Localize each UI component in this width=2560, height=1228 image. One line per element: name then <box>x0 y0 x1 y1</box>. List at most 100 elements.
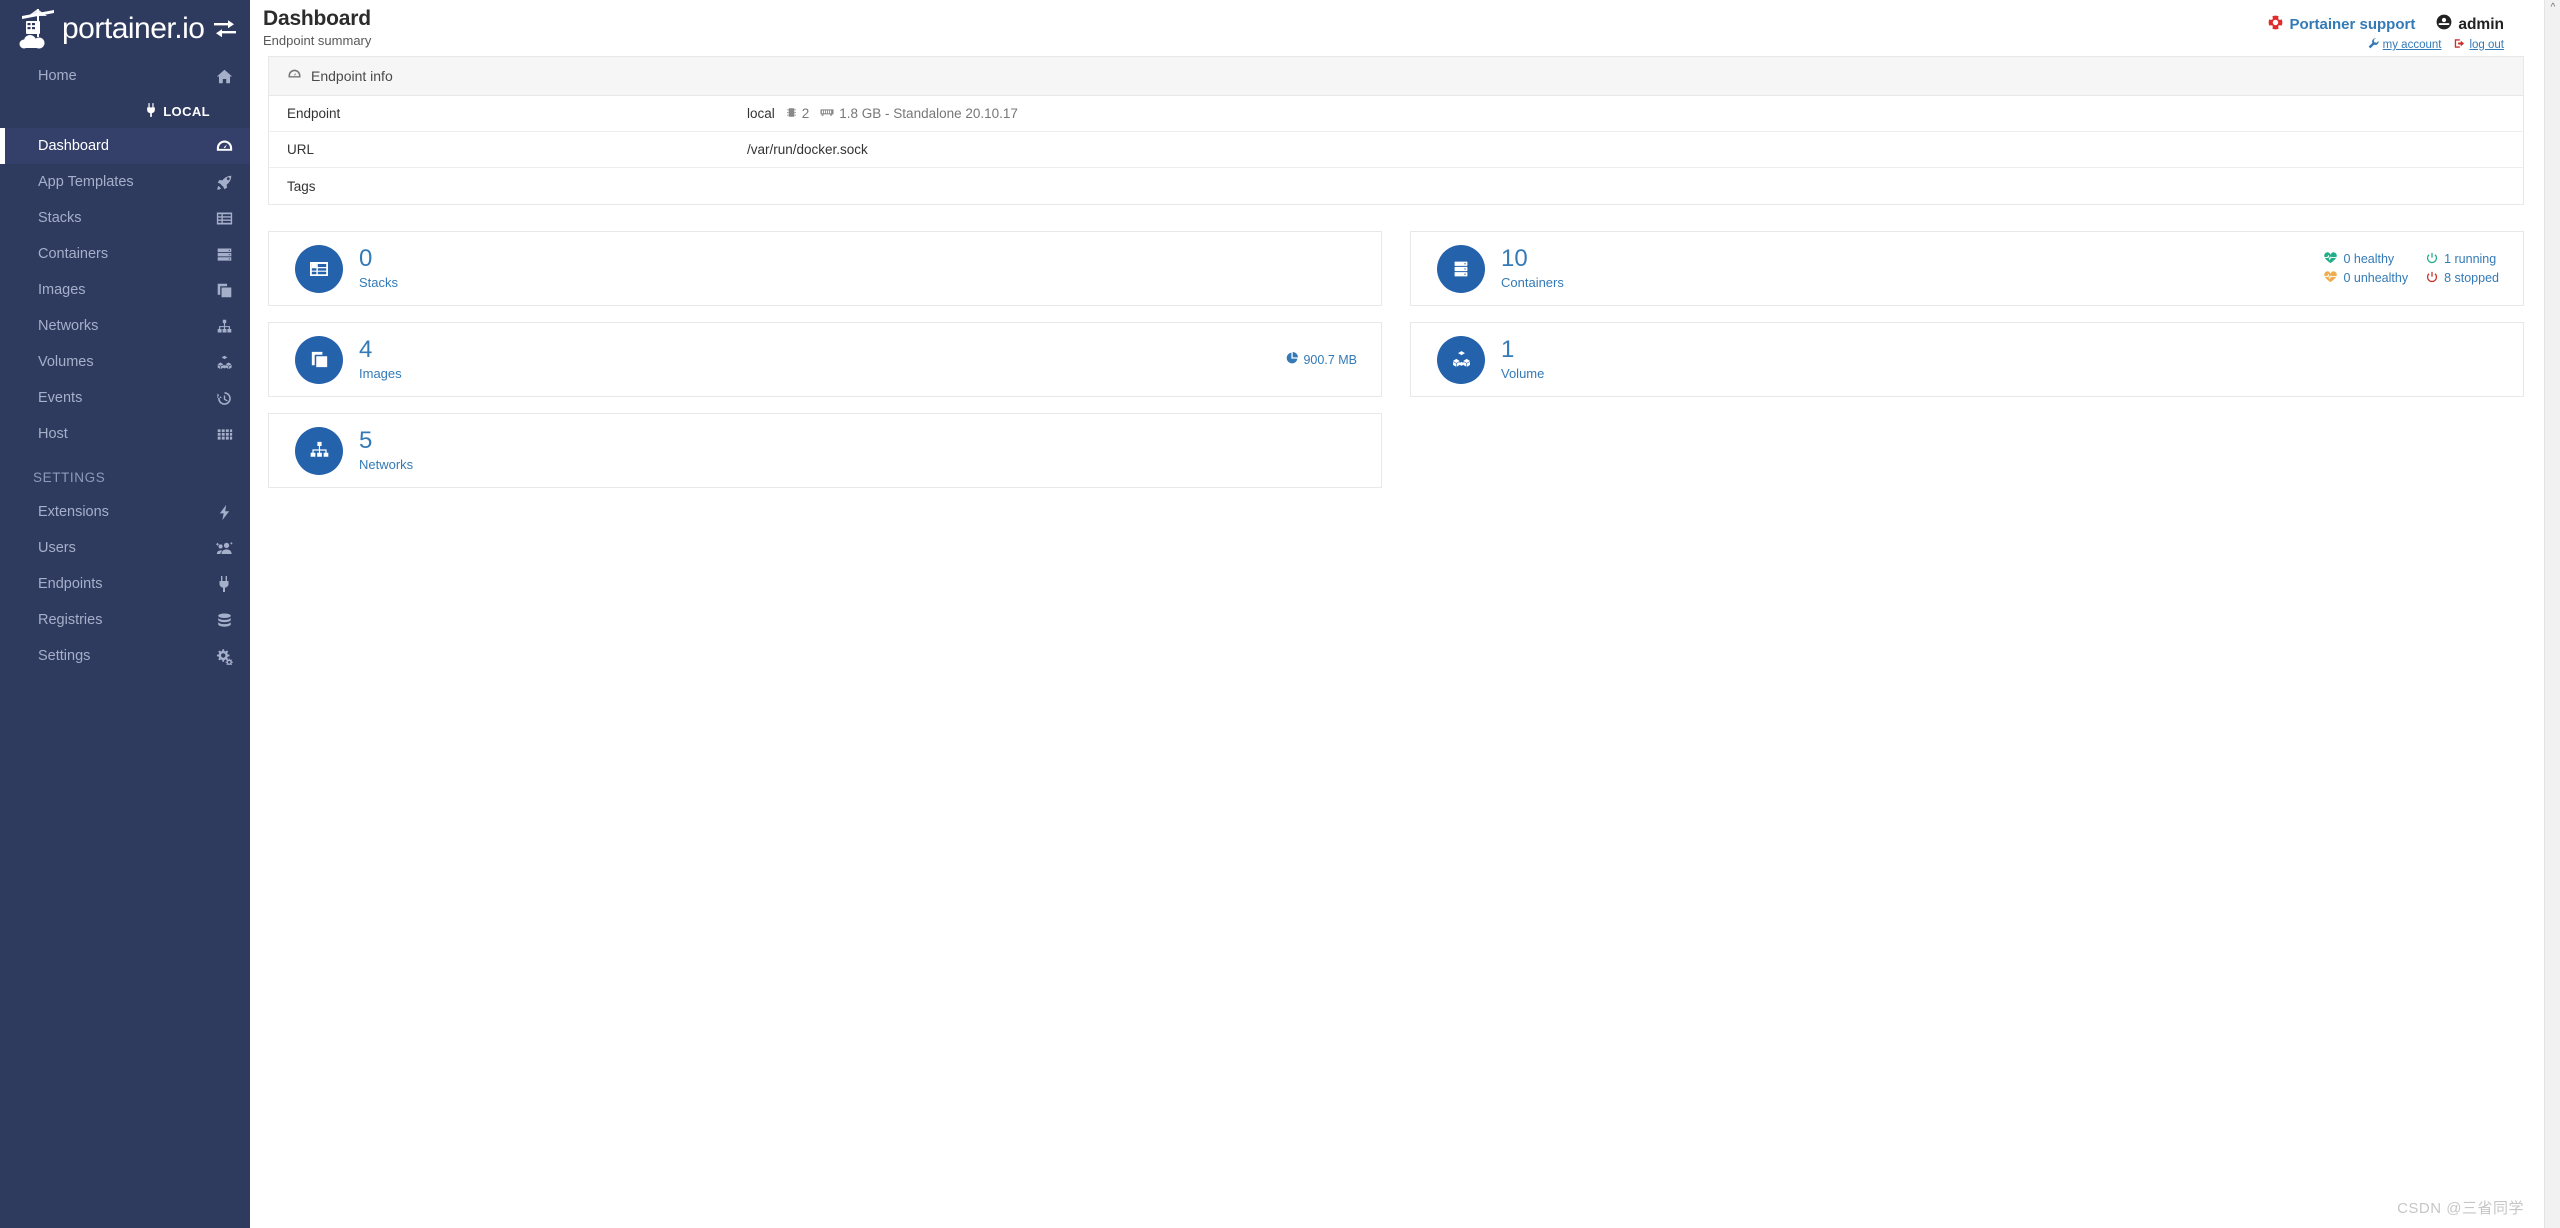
status-badge-label: 8 stopped <box>2444 271 2499 285</box>
sidebar-item-volumes[interactable]: Volumes <box>0 344 250 380</box>
database-icon <box>214 610 234 630</box>
tags-row-key: Tags <box>287 178 316 194</box>
images-card[interactable]: 4 Images 900.7 MB <box>268 322 1382 397</box>
portainer-support-link[interactable]: Portainer support <box>2268 15 2415 34</box>
sidebar-item-app-templates[interactable]: App Templates <box>0 164 250 200</box>
sidebar-item-label: Registries <box>38 612 103 628</box>
sign-out-icon <box>2454 38 2465 52</box>
sidebar-logo[interactable]: portainer.io <box>0 0 250 58</box>
user-circle-icon <box>2436 14 2452 35</box>
cards-left-column: 0 Stacks 4 Images 900.7 MB 5 Networks <box>268 231 1382 488</box>
sidebar-item-label: Networks <box>38 318 99 334</box>
sidebar-item-extensions[interactable]: Extensions <box>0 494 250 530</box>
sidebar-item-host[interactable]: Host <box>0 416 250 452</box>
containers-label: Containers <box>1501 275 1564 290</box>
status-badge-label: 0 healthy <box>2343 252 2395 266</box>
sidebar-item-label: Extensions <box>38 504 109 520</box>
sidebar-item-endpoints[interactable]: Endpoints <box>0 566 250 602</box>
sidebar-item-label: Volumes <box>38 354 94 370</box>
sidebar: portainer.io Home LOCAL Dashboard App Te… <box>0 0 250 1228</box>
networks-count: 5 <box>359 427 373 454</box>
rocket-icon <box>214 172 234 192</box>
cogs-icon <box>214 646 234 666</box>
portainer-crane-logo-icon <box>18 7 58 51</box>
volumes-card-text: 1 Volume <box>1501 337 1544 382</box>
sidebar-item-home[interactable]: Home <box>0 58 250 94</box>
power-icon <box>2426 271 2438 286</box>
sidebar-item-settings[interactable]: Settings <box>0 638 250 674</box>
sidebar-item-images[interactable]: Images <box>0 272 250 308</box>
sidebar-item-events[interactable]: Events <box>0 380 250 416</box>
status-badge-label: 0 unhealthy <box>2343 271 2409 285</box>
sidebar-item-registries[interactable]: Registries <box>0 602 250 638</box>
sidebar-section-local: LOCAL <box>0 94 250 128</box>
endpoint-ram-info: 1.8 GB - Standalone 20.10.17 <box>839 106 1018 121</box>
url-row-value: /var/run/docker.sock <box>747 142 868 157</box>
sidebar-item-users[interactable]: Users <box>0 530 250 566</box>
sidebar-item-label: App Templates <box>38 174 134 190</box>
sidebar-section-settings: SETTINGS <box>0 460 250 494</box>
scroll-up-arrow-icon[interactable]: ^ <box>2548 3 2558 13</box>
stacks-count: 0 <box>359 245 373 272</box>
life-ring-icon <box>2268 15 2283 34</box>
my-account-label: my account <box>2382 39 2442 51</box>
sidebar-section-label: LOCAL <box>163 103 210 119</box>
wrench-icon <box>2368 38 2379 52</box>
endpoint-info-header: Endpoint info <box>269 57 2523 96</box>
status-badge-stopped: 8 stopped <box>2426 271 2499 286</box>
bolt-icon <box>214 502 234 522</box>
main-content: Dashboard Endpoint summary Portainer sup… <box>250 0 2560 1228</box>
sitemap-icon <box>214 316 234 336</box>
cards-right-column: 10 Containers 0 healthy 1 running 0 unhe… <box>1410 231 2524 397</box>
dashboard-gauge-icon <box>214 136 234 156</box>
history-icon <box>214 388 234 408</box>
containers-server-icon <box>1437 244 1485 293</box>
stacks-table-icon <box>295 244 343 293</box>
my-account-link[interactable]: my account <box>2368 38 2442 52</box>
container-status-badges: 0 healthy 1 running 0 unhealthy 8 stoppe… <box>2324 251 2499 286</box>
sidebar-item-containers[interactable]: Containers <box>0 236 250 272</box>
sidebar-item-label: Home <box>38 68 77 84</box>
containers-count: 10 <box>1501 245 1528 272</box>
endpoint-info-title: Endpoint info <box>311 68 393 84</box>
th-large-icon <box>214 424 234 444</box>
status-badge-label: 1 running <box>2444 252 2497 266</box>
support-label: Portainer support <box>2289 16 2416 33</box>
images-size: 900.7 MB <box>1286 352 1357 367</box>
app-root: portainer.io Home LOCAL Dashboard App Te… <box>0 0 2560 1228</box>
user-name: admin <box>2458 15 2504 33</box>
page-scrollbar[interactable]: ^ <box>2544 0 2560 1228</box>
sidebar-item-networks[interactable]: Networks <box>0 308 250 344</box>
page-heading: Dashboard Endpoint summary <box>263 7 371 49</box>
logout-label: log out <box>2469 39 2504 51</box>
images-size-value: 900.7 MB <box>1303 352 1357 367</box>
status-badge-healthy: 0 healthy <box>2324 251 2408 267</box>
images-clone-icon <box>295 335 343 384</box>
stacks-card[interactable]: 0 Stacks <box>268 231 1382 306</box>
images-count: 4 <box>359 336 373 363</box>
user-menu[interactable]: admin <box>2436 14 2504 35</box>
brand-name: portainer.io <box>62 12 205 45</box>
volumes-count: 1 <box>1501 336 1515 363</box>
sidebar-section-label: SETTINGS <box>33 469 106 485</box>
sidebar-item-stacks[interactable]: Stacks <box>0 200 250 236</box>
images-label: Images <box>359 366 402 381</box>
containers-card[interactable]: 10 Containers 0 healthy 1 running 0 unhe… <box>1410 231 2524 306</box>
status-badge-unhealthy: 0 unhealthy <box>2324 270 2409 286</box>
users-icon <box>214 538 234 558</box>
sidebar-item-label: Dashboard <box>38 138 109 154</box>
sidebar-item-dashboard[interactable]: Dashboard <box>0 128 250 164</box>
topbar: Dashboard Endpoint summary Portainer sup… <box>250 0 2560 56</box>
volumes-card[interactable]: 1 Volume <box>1410 322 2524 397</box>
volumes-label: Volume <box>1501 366 1545 381</box>
home-icon <box>214 66 234 86</box>
plug-icon <box>145 102 157 120</box>
clone-icon <box>214 280 234 300</box>
networks-card[interactable]: 5 Networks <box>268 413 1382 488</box>
logout-link[interactable]: log out <box>2454 38 2504 52</box>
power-icon <box>2426 252 2438 267</box>
endpoint-switch-icon[interactable] <box>212 19 238 39</box>
sidebar-item-label: Users <box>38 540 76 556</box>
pie-chart-icon <box>1286 352 1299 367</box>
